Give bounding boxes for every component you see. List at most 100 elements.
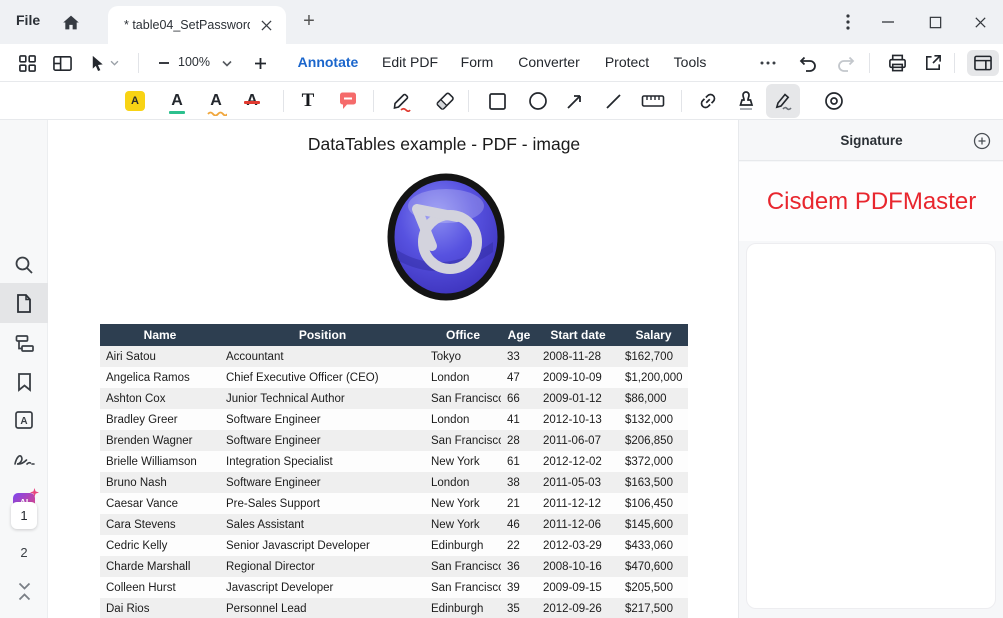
- eraser-tool-button[interactable]: [428, 84, 462, 118]
- plus-icon: [253, 56, 268, 71]
- text-tool-button[interactable]: T: [291, 84, 325, 118]
- minimize-icon: [880, 14, 896, 30]
- tab-close-button[interactable]: [256, 15, 276, 35]
- app-menu-button[interactable]: [833, 8, 863, 36]
- table-row: Angelica RamosChief Executive Officer (C…: [100, 367, 688, 388]
- table-cell: 2008-10-16: [537, 556, 619, 577]
- separator: [954, 53, 955, 73]
- redo-button[interactable]: [832, 50, 860, 76]
- tab-converter[interactable]: Converter: [518, 54, 579, 70]
- panel-layout-toggle-button[interactable]: [967, 50, 999, 76]
- thumbnail-grid-button[interactable]: [13, 50, 41, 76]
- zoom-out-button[interactable]: [150, 50, 178, 76]
- table-cell: $145,600: [619, 514, 688, 535]
- minimize-button[interactable]: [873, 8, 903, 36]
- close-button[interactable]: [965, 8, 995, 36]
- table-cell: 2011-12-12: [537, 493, 619, 514]
- table-cell: Angelica Ramos: [100, 367, 220, 388]
- tab-protect[interactable]: Protect: [605, 54, 649, 70]
- signature-list-item[interactable]: Cisdem PDFMaster: [739, 162, 1003, 241]
- select-tool-button[interactable]: [84, 50, 124, 76]
- maximize-button[interactable]: [920, 8, 950, 36]
- tab-edit-pdf[interactable]: Edit PDF: [382, 54, 438, 70]
- share-export-icon: [923, 53, 943, 73]
- table-header-cell: Salary: [619, 324, 688, 346]
- home-button[interactable]: [58, 10, 84, 36]
- arrow-icon: [565, 92, 584, 111]
- table-cell: Software Engineer: [220, 409, 425, 430]
- grid-icon: [18, 54, 37, 73]
- arrow-tool-button[interactable]: [557, 84, 591, 118]
- separator: [869, 53, 870, 73]
- tab-annotate[interactable]: Annotate: [298, 54, 359, 70]
- eraser-icon: [434, 90, 456, 112]
- sidebar-item-page-thumbnails[interactable]: [0, 283, 48, 323]
- tab-form[interactable]: Form: [461, 54, 494, 70]
- signature-pen-icon: [772, 90, 794, 112]
- tab-tools[interactable]: Tools: [674, 54, 707, 70]
- sidebar-item-outline[interactable]: [0, 323, 48, 363]
- sidebar-item-bookmarks[interactable]: [0, 362, 48, 402]
- table-cell: 47: [501, 367, 537, 388]
- new-tab-button[interactable]: +: [296, 8, 322, 34]
- zoom-dropdown-button[interactable]: [218, 50, 236, 76]
- zoom-level-select[interactable]: 100%: [178, 55, 210, 69]
- signature-tool-button[interactable]: [766, 84, 800, 118]
- print-button[interactable]: [883, 50, 911, 76]
- table-row: Cara StevensSales AssistantNew York46201…: [100, 514, 688, 535]
- table-cell: New York: [425, 493, 501, 514]
- annotation-toolbar: A A A A T: [0, 82, 1003, 120]
- undo-button[interactable]: [794, 50, 822, 76]
- table-header-cell: Position: [220, 324, 425, 346]
- separator: [373, 90, 374, 112]
- page-number-2[interactable]: 2: [0, 545, 48, 560]
- separator: [138, 53, 139, 73]
- sidebar-item-annotations[interactable]: A: [0, 400, 48, 440]
- rectangle-tool-button[interactable]: [480, 84, 514, 118]
- table-cell: $106,450: [619, 493, 688, 514]
- table-cell: Regional Director: [220, 556, 425, 577]
- current-page-indicator[interactable]: 1: [11, 502, 37, 529]
- comment-tool-button[interactable]: [331, 84, 365, 118]
- signature-text: Cisdem PDFMaster: [767, 188, 976, 216]
- table-row: Airi SatouAccountantTokyo332008-11-28$16…: [100, 346, 688, 367]
- rectangle-icon: [488, 92, 507, 111]
- sidebar-item-search[interactable]: [0, 245, 48, 285]
- pencil-tool-button[interactable]: [384, 84, 418, 118]
- table-cell: 2011-06-07: [537, 430, 619, 451]
- zoom-in-button[interactable]: [246, 50, 274, 76]
- pdfmaster-window: File * table04_SetPassword... +: [0, 0, 1003, 618]
- separator: [681, 90, 682, 112]
- measure-tool-button[interactable]: [636, 84, 670, 118]
- link-tool-button[interactable]: [691, 84, 725, 118]
- line-tool-button[interactable]: [596, 84, 630, 118]
- add-signature-button[interactable]: [972, 131, 992, 151]
- squiggly-underline-tool-button[interactable]: A: [199, 84, 233, 118]
- file-menu[interactable]: File: [16, 12, 40, 28]
- underline-tool-button[interactable]: A: [160, 84, 194, 118]
- sidebar-item-signatures[interactable]: [0, 440, 48, 480]
- table-cell: Ashton Cox: [100, 388, 220, 409]
- table-cell: $372,000: [619, 451, 688, 472]
- table-cell: Edinburgh: [425, 598, 501, 618]
- more-options-button[interactable]: [754, 50, 782, 76]
- strikethrough-tool-button[interactable]: A: [235, 84, 269, 118]
- stamp-tool-button[interactable]: [729, 84, 763, 118]
- table-row: Bradley GreerSoftware EngineerLondon4120…: [100, 409, 688, 430]
- next-page-button[interactable]: [0, 575, 48, 597]
- datatables-logo: [387, 172, 505, 302]
- pdf-viewer[interactable]: DataTables example - PDF - image: [48, 120, 738, 618]
- separator: [283, 90, 284, 112]
- underline-icon: A: [171, 93, 183, 109]
- side-panel-button[interactable]: [48, 50, 76, 76]
- document-tab[interactable]: * table04_SetPassword...: [108, 6, 286, 44]
- signature-preview-card: [746, 243, 996, 609]
- ellipse-tool-button[interactable]: [521, 84, 555, 118]
- share-button[interactable]: [919, 50, 947, 76]
- redo-icon: [836, 55, 856, 72]
- highlight-tool-button[interactable]: A: [118, 84, 152, 118]
- pencil-icon: [390, 90, 412, 112]
- visibility-tool-button[interactable]: [817, 84, 851, 118]
- table-cell: 41: [501, 409, 537, 430]
- comment-icon: [337, 91, 359, 112]
